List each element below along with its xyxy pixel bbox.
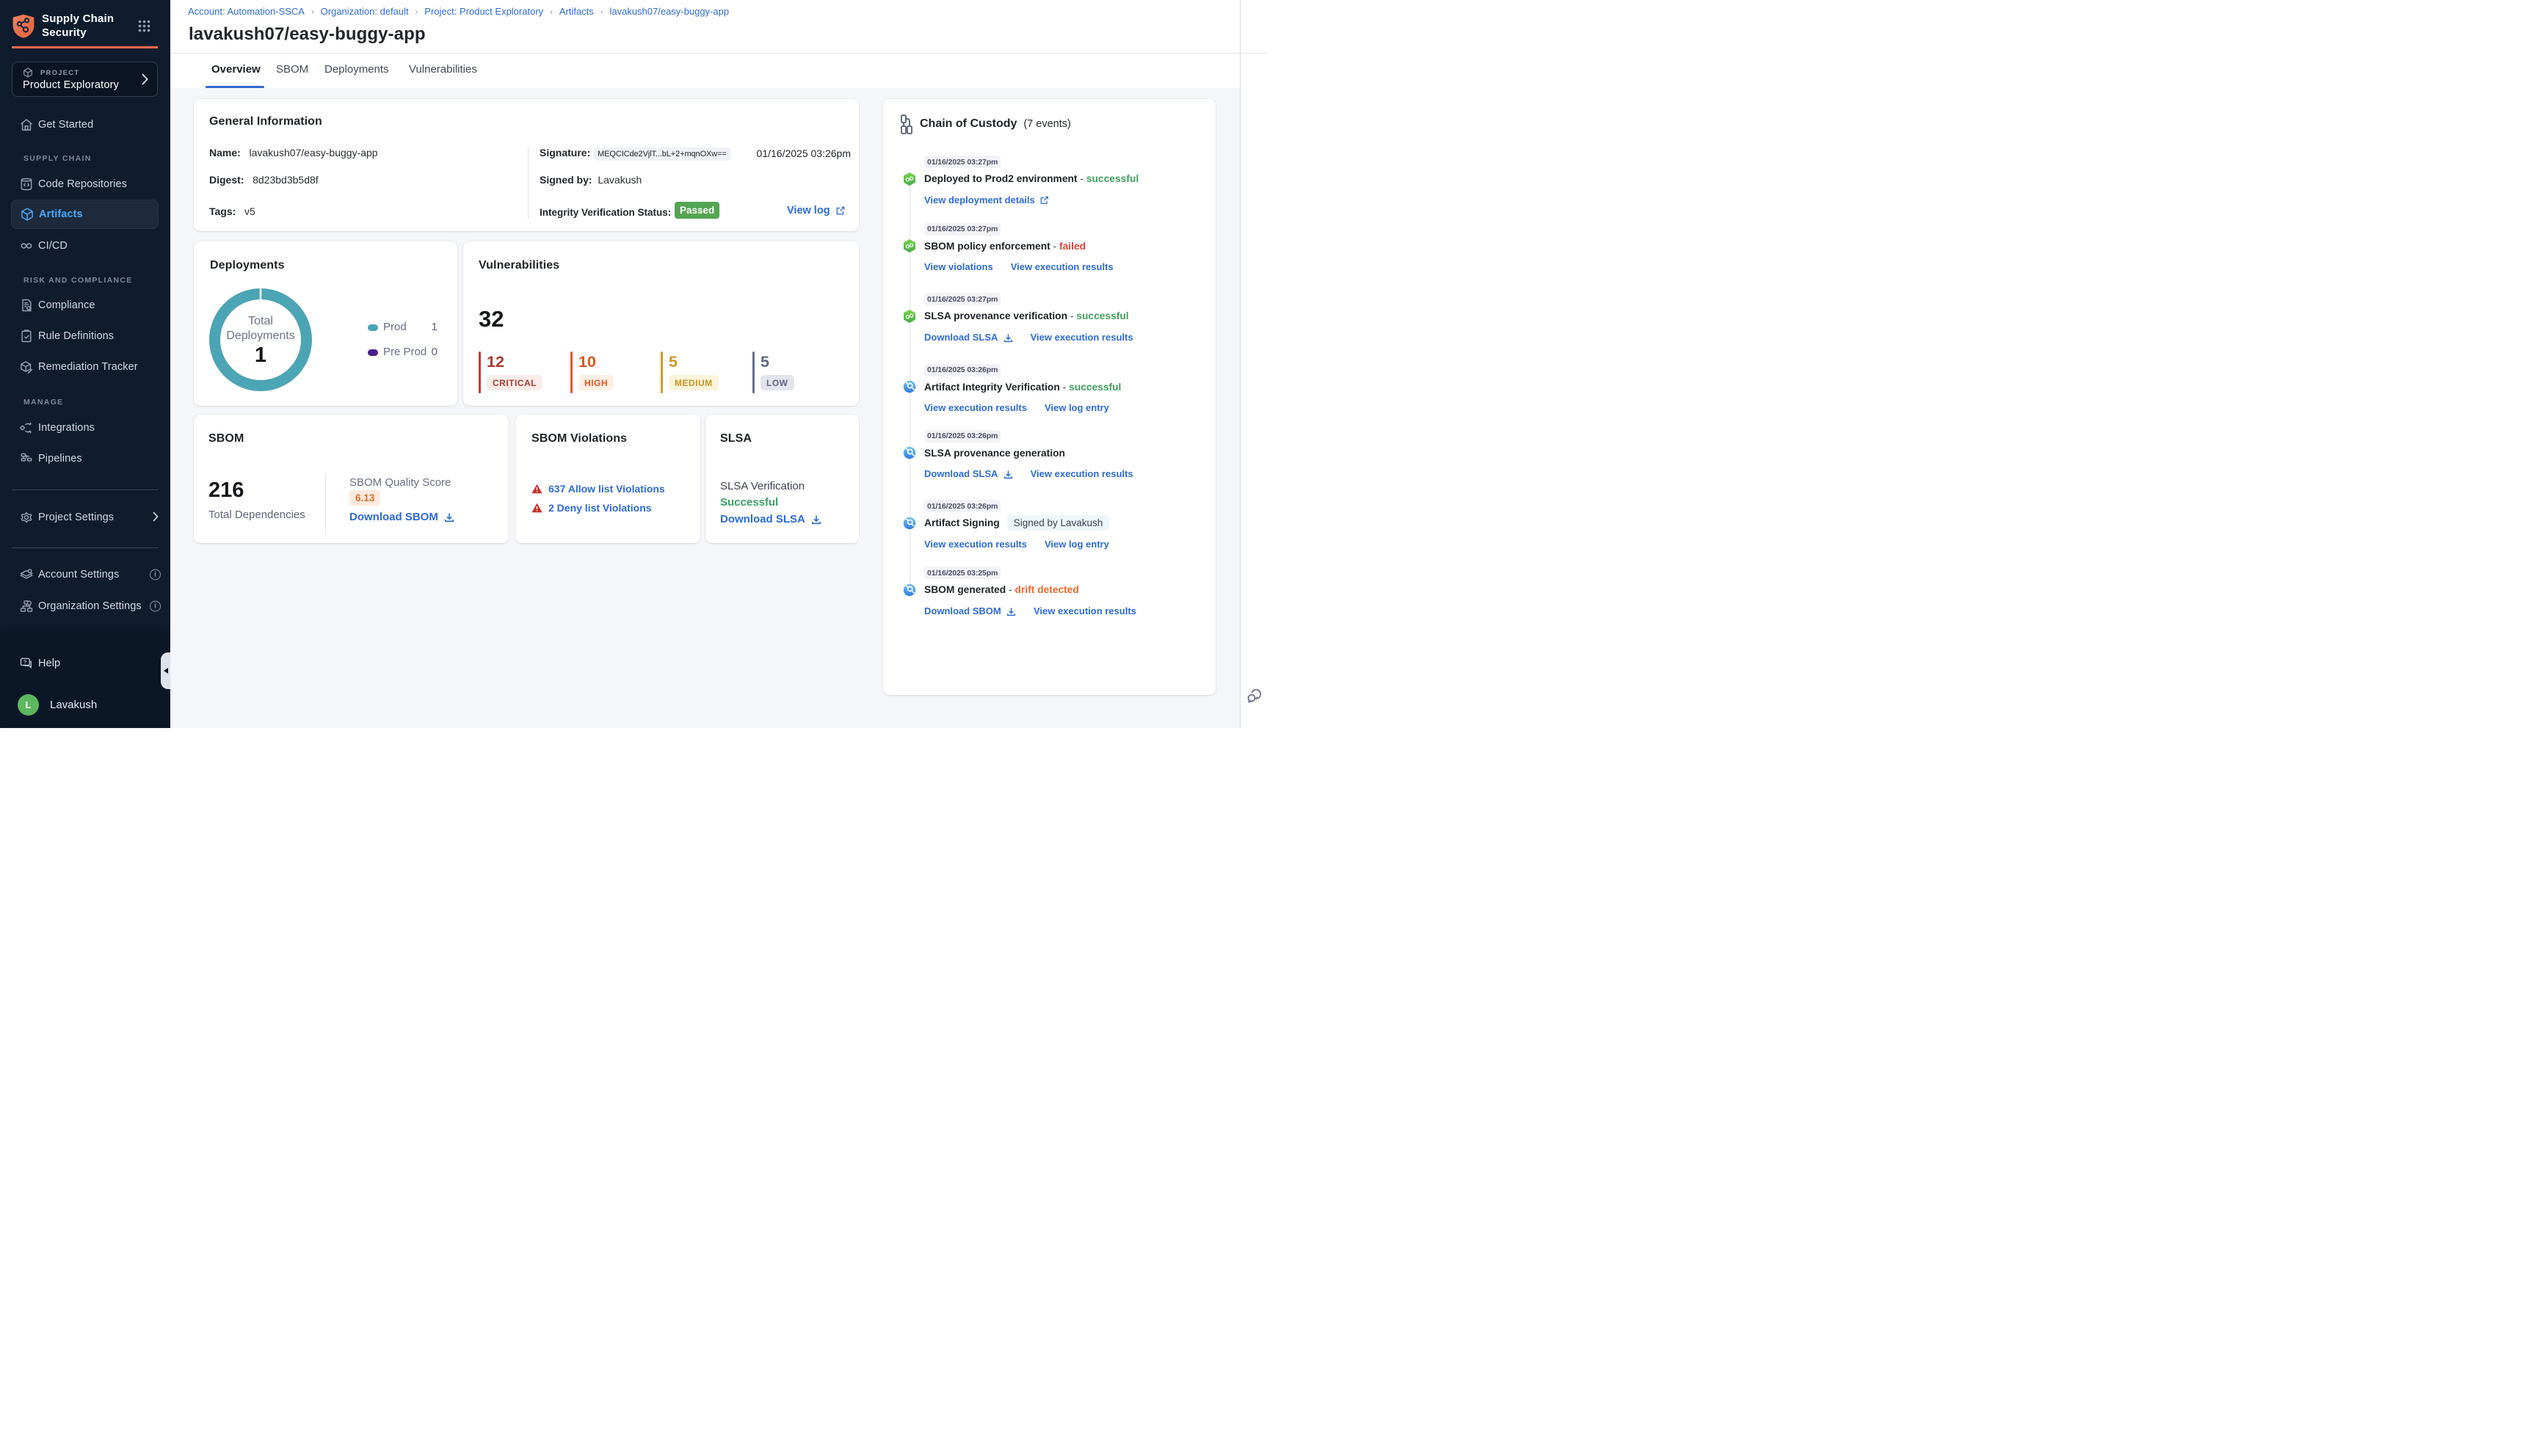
svg-text:?: ? (23, 658, 27, 665)
